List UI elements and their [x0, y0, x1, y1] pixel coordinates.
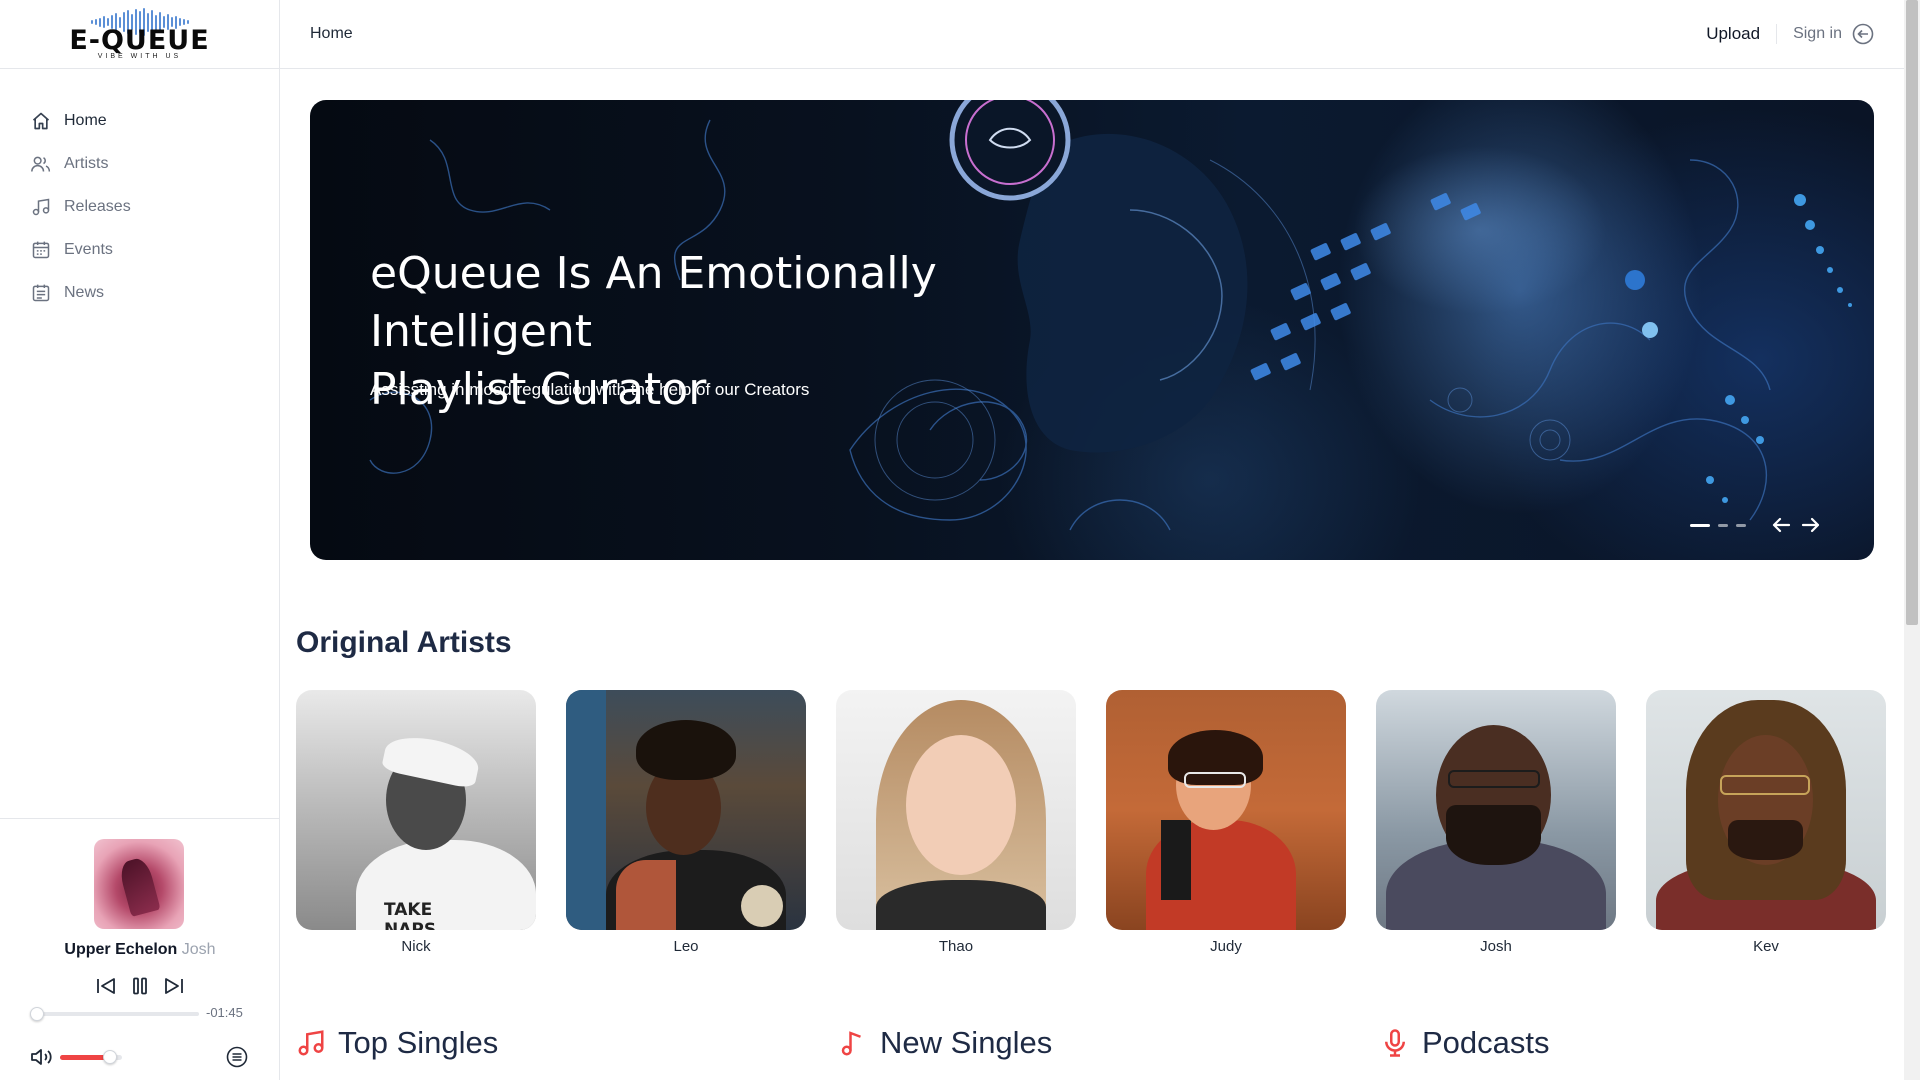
breadcrumb[interactable]: Home	[310, 25, 353, 43]
artist-name[interactable]: Judy	[1106, 938, 1346, 955]
arrow-right-icon	[1801, 517, 1820, 533]
page-scrollbar[interactable]	[1904, 0, 1920, 1080]
player-controls	[0, 975, 280, 997]
artist-card[interactable]: Kev	[1646, 690, 1886, 955]
artist-photo[interactable]	[836, 690, 1076, 930]
track-title: Upper Echelon	[64, 941, 178, 958]
carousel-next-button[interactable]	[1800, 514, 1822, 536]
upload-button[interactable]: Upload	[1706, 24, 1778, 44]
skip-forward-icon	[165, 978, 183, 994]
section-title-new-singles[interactable]: New Singles	[838, 1025, 1052, 1061]
artist-name[interactable]: Nick	[296, 938, 536, 955]
waveform-bar	[90, 20, 93, 24]
pause-icon	[133, 977, 147, 995]
section-title-label: New Singles	[880, 1025, 1053, 1060]
logo[interactable]: E-QUEUE VIBE WITH US	[0, 0, 279, 69]
sidebar-item-label: Home	[64, 111, 107, 129]
section-title-label: Top Singles	[338, 1025, 499, 1060]
sidebar-item-events[interactable]: Events	[0, 228, 279, 271]
hero-subtitle: Assissting in mood regulation with the h…	[370, 380, 810, 399]
sidebar: E-QUEUE VIBE WITH US Home Artists Releas…	[0, 0, 280, 1080]
sidebar-item-home[interactable]: Home	[0, 99, 279, 142]
carousel-indicators	[1690, 524, 1746, 527]
carousel-dot[interactable]	[1718, 524, 1728, 527]
logo-tagline: VIBE WITH US	[97, 53, 182, 60]
hero-title-line: eQueue Is An Emotionally Intelligent	[370, 248, 937, 357]
artist-photo[interactable]	[566, 690, 806, 930]
next-track-button[interactable]	[164, 975, 184, 997]
section-title-label: Podcasts	[1422, 1025, 1550, 1060]
queue-icon[interactable]	[226, 1046, 248, 1068]
section-title-top-singles[interactable]: Top Singles	[296, 1025, 498, 1061]
carousel-dot[interactable]	[1690, 524, 1710, 527]
home-icon	[30, 110, 52, 132]
artist-name[interactable]: Josh	[1376, 938, 1616, 955]
section-title-podcasts[interactable]: Podcasts	[1380, 1025, 1550, 1061]
microphone-icon	[1385, 1029, 1405, 1057]
carousel-prev-button[interactable]	[1770, 514, 1792, 536]
artist-name[interactable]: Leo	[566, 938, 806, 955]
artist-card[interactable]: TAKE NAPS Nick	[296, 690, 536, 955]
track-artist[interactable]: Josh	[182, 941, 216, 958]
sidebar-item-label: News	[64, 283, 105, 301]
music-notes-icon	[298, 1030, 324, 1056]
carousel-dot[interactable]	[1736, 524, 1746, 527]
sign-in-label: Sign in	[1793, 25, 1842, 42]
header-actions: Upload Sign in	[1706, 23, 1874, 45]
sidebar-item-news[interactable]: News	[0, 271, 279, 314]
previous-track-button[interactable]	[96, 975, 116, 997]
sidebar-item-releases[interactable]: Releases	[0, 185, 279, 228]
sidebar-item-artists[interactable]: Artists	[0, 142, 279, 185]
artist-card[interactable]: Josh	[1376, 690, 1616, 955]
album-art[interactable]	[94, 839, 184, 929]
progress-handle[interactable]	[30, 1007, 45, 1021]
now-playing: Upper Echelon Josh	[0, 941, 280, 959]
artist-photo[interactable]	[1106, 690, 1346, 930]
volume-handle[interactable]	[102, 1050, 117, 1064]
music-note-icon	[841, 1031, 861, 1056]
artist-card[interactable]: Leo	[566, 690, 806, 955]
time-remaining: -01:45	[206, 1005, 243, 1020]
music-note-icon	[30, 196, 52, 218]
hero-carousel: eQueue Is An Emotionally Intelligent Pla…	[310, 100, 1874, 560]
artist-photo[interactable]	[1646, 690, 1886, 930]
logo-text: E-QUEUE	[69, 25, 210, 56]
track-progress-slider[interactable]	[30, 1007, 199, 1021]
arrow-left-icon	[1772, 517, 1791, 533]
volume-slider[interactable]	[60, 1050, 122, 1064]
sidebar-item-label: Artists	[64, 154, 109, 172]
sign-in-button[interactable]: Sign in	[1777, 23, 1874, 45]
sign-in-icon	[1852, 23, 1874, 45]
sidebar-nav: Home Artists Releases Events News	[0, 69, 279, 314]
artist-card[interactable]: Thao	[836, 690, 1076, 955]
newspaper-icon	[30, 282, 52, 304]
artist-card[interactable]: Judy	[1106, 690, 1346, 955]
pause-button[interactable]	[130, 975, 150, 997]
music-player: Upper Echelon Josh -01:45	[0, 818, 280, 1080]
skip-back-icon	[97, 978, 115, 994]
section-title-original-artists: Original Artists	[296, 626, 512, 659]
top-bar: Home Upload Sign in	[280, 0, 1904, 69]
calendar-icon	[30, 239, 52, 261]
sidebar-item-label: Events	[64, 240, 113, 258]
sidebar-item-label: Releases	[64, 197, 131, 215]
volume-icon[interactable]	[30, 1047, 54, 1067]
scrollbar-thumb[interactable]	[1906, 0, 1918, 625]
users-icon	[30, 153, 52, 175]
artist-photo[interactable]: TAKE NAPS	[296, 690, 536, 930]
artist-photo[interactable]	[1376, 690, 1616, 930]
artist-name[interactable]: Thao	[836, 938, 1076, 955]
waveform-bar	[186, 20, 189, 24]
artist-name[interactable]: Kev	[1646, 938, 1886, 955]
